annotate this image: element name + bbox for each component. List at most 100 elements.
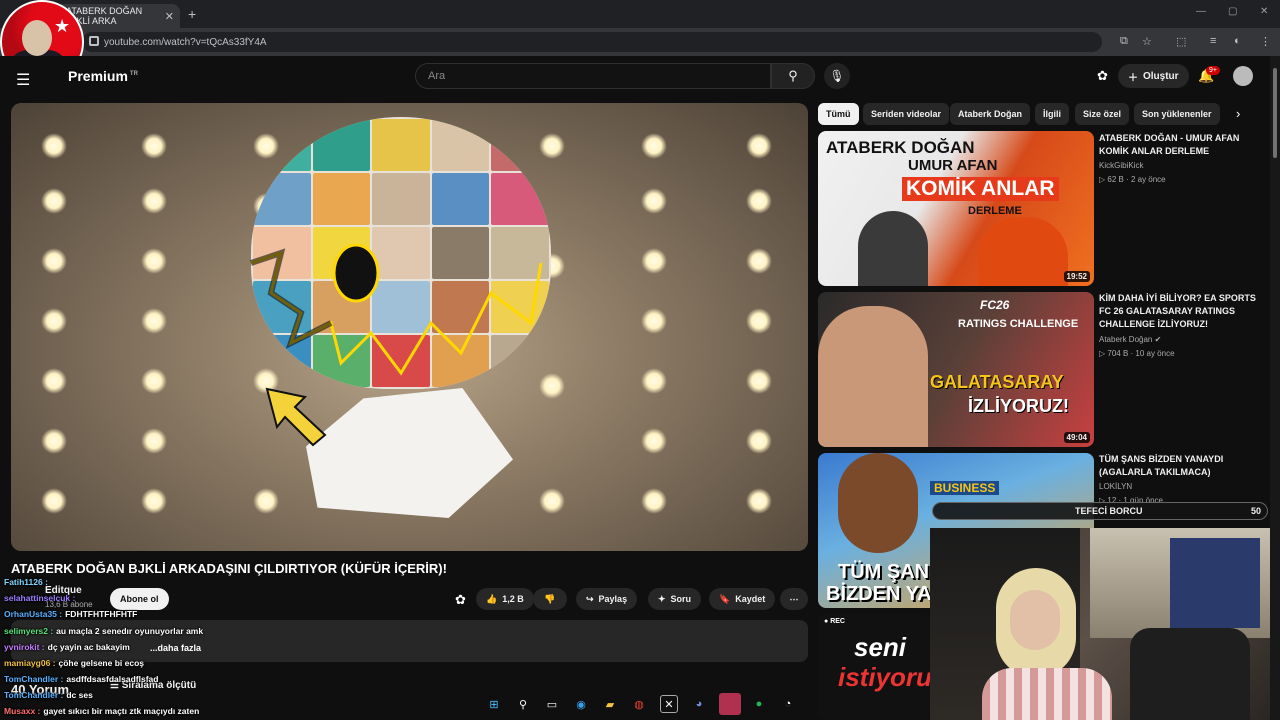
profile-icon[interactable]: ◐ (1234, 35, 1241, 47)
rec-thumbnail[interactable]: ATABERK DOĞAN UMUR AFAN KOMİK ANLAR DERL… (818, 131, 1094, 286)
chat-text: au maçla 2 senedır oyunuyorlar amk (56, 626, 204, 636)
share-button[interactable]: ↪ Paylaş (576, 588, 638, 610)
rec-title[interactable]: KİM DAHA İYİ BİLİYOR? EA SPORTS FC 26 GA… (1099, 292, 1269, 331)
sponsor-icon[interactable]: ✿ (1097, 68, 1108, 84)
windows-start-icon[interactable]: ⊞ (485, 695, 503, 713)
rec-channel[interactable]: LOKİLYN (1099, 482, 1132, 491)
edge-icon[interactable]: ◉ (572, 695, 590, 713)
url-field[interactable]: youtube.com/watch?v=tQcAs33fY4A (82, 32, 1102, 52)
chat-message: TomChandler : dc ses (4, 690, 93, 700)
rec-title[interactable]: ATABERK DOĞAN - UMUR AFAN KOMİK ANLAR DE… (1099, 132, 1269, 158)
chip-5[interactable]: Son yüklenenler (1134, 103, 1220, 125)
hamburger-menu-icon[interactable]: ☰ (16, 70, 30, 90)
app-icon[interactable] (719, 693, 741, 715)
tefeci-label: TEFECİ BORCU (1075, 506, 1143, 516)
rec-meta: ▷ 704 B · 10 ay önce (1099, 349, 1175, 358)
like-count: 1,2 B (502, 594, 524, 604)
scrollbar-thumb[interactable] (1273, 68, 1277, 158)
sponsor-icon-small[interactable]: ✿ (455, 592, 466, 608)
new-tab-button[interactable]: + (188, 6, 196, 22)
rec-title[interactable]: TÜM ŞANS BİZDEN YANAYDI (AGALARLA TAKILM… (1099, 453, 1269, 479)
light-bulb (253, 133, 279, 159)
install-icon[interactable]: ⧉ (1120, 35, 1128, 48)
create-button[interactable]: ＋ Oluştur (1118, 64, 1189, 88)
chip-4[interactable]: Size özel (1075, 103, 1130, 125)
share-label: Paylaş (598, 594, 628, 604)
light-bulb (746, 248, 772, 274)
tefeci-value: 50 (1250, 506, 1261, 516)
thumb-text: BUSINESS (930, 481, 1000, 495)
file-explorer-icon[interactable]: ▰ (601, 695, 619, 713)
youtube-logo[interactable]: Premium TR (68, 68, 138, 84)
rec-thumbnail[interactable]: FC26 RATINGS CHALLENGE GALATASARAY İZLİY… (818, 292, 1094, 447)
chat-message: selimyers2 : au maçla 2 senedır oyunuyorl… (4, 626, 203, 636)
light-bulb (746, 428, 772, 454)
chip-3[interactable]: İlgili (1035, 103, 1069, 125)
chevron-right-icon[interactable]: › (1236, 106, 1240, 121)
ask-button[interactable]: ✦ Soru (648, 588, 702, 610)
light-bulb (41, 368, 67, 394)
save-button[interactable]: 🔖 Kaydet (709, 588, 776, 610)
chat-username: TomChandler : (4, 674, 64, 684)
chip-1[interactable]: Seriden videolar (863, 103, 950, 125)
light-bulb (141, 488, 167, 514)
chat-username: selimyers2 : (4, 626, 54, 636)
discord-icon[interactable]: ◕ (690, 695, 708, 713)
kebab-menu-icon[interactable]: ⋮ (1260, 35, 1271, 48)
spotify-icon[interactable]: ● (750, 695, 768, 713)
chat-text: asdffdsasfdalsadflsfad (66, 674, 159, 684)
rec-channel[interactable]: Ataberk Doğan ✔ (1099, 335, 1161, 344)
search-input[interactable]: Ara (415, 63, 771, 89)
site-info-icon[interactable] (89, 36, 99, 46)
search-icon: ⚲ (788, 68, 798, 83)
more-actions-button[interactable]: ⋯ (780, 588, 808, 610)
light-bulb (641, 133, 667, 159)
media-icon[interactable]: ≡ (1210, 35, 1216, 47)
light-bulb (641, 368, 667, 394)
thumb-text: GALATASARAY (930, 372, 1064, 392)
video-duration: 19:52 (1063, 271, 1090, 282)
webcam-overlay (930, 528, 1270, 720)
close-window-icon[interactable]: ✕ (1260, 6, 1268, 17)
more-icon: ⋯ (789, 593, 799, 604)
chip-2[interactable]: Ataberk Doğan (950, 103, 1031, 125)
light-bulb (41, 488, 67, 514)
page-scrollbar[interactable] (1270, 56, 1280, 720)
minimize-icon[interactable]: — (1196, 6, 1206, 17)
crack-effect (250, 243, 543, 376)
show-more-link[interactable]: ...daha fazla (150, 643, 201, 653)
extensions-icon[interactable]: ⬚ (1176, 35, 1186, 48)
voice-search-button[interactable]: 🎙 (824, 63, 850, 89)
thumb-text: İZLİYORUZ! (968, 396, 1069, 416)
chat-text: FDHTFHTFHFHTF (65, 609, 138, 619)
browser-tabbar: ATABERK DOĞAN BJKLİ ARKA ✕ + — ▢ ✕ (0, 0, 1280, 28)
thumb-text: KOMİK ANLAR (902, 177, 1059, 201)
chat-username: Fatih1126 : (4, 577, 48, 587)
chip-0[interactable]: Tümü (818, 103, 859, 125)
light-bulb (41, 428, 67, 454)
maximize-icon[interactable]: ▢ (1228, 6, 1237, 17)
subscribe-button[interactable]: Abone ol (110, 588, 169, 610)
chrome-icon[interactable]: ◍ (630, 695, 648, 713)
rec-thumbnail[interactable]: ● REC seni istiyoru (818, 614, 930, 720)
like-button[interactable]: 👍 1,2 B (476, 588, 534, 610)
create-label: Oluştur (1143, 70, 1179, 82)
chat-username: Musaxx : (4, 706, 41, 716)
bookmark-star-icon[interactable]: ☆ (1142, 35, 1152, 48)
notification-badge: 9+ (1206, 66, 1220, 75)
thumbs-down-icon: 👎 (544, 593, 556, 604)
video-player[interactable] (11, 103, 808, 551)
rec-channel[interactable]: KickGibiKick (1099, 161, 1143, 170)
taskbar-search-icon[interactable]: ⚲ (514, 695, 532, 713)
tab-close-icon[interactable]: ✕ (165, 10, 174, 23)
search-button[interactable]: ⚲ (771, 63, 815, 89)
task-view-icon[interactable]: ▭ (543, 695, 561, 713)
chat-message: mamiayg06 : çöhe gelsene bi ecoş (4, 658, 144, 668)
video-title: ATABERK DOĞAN BJKLİ ARKADAŞINI ÇILDIRTIY… (11, 561, 447, 576)
light-bulb (746, 133, 772, 159)
obs-icon[interactable]: ◔ (779, 695, 797, 713)
dislike-button[interactable]: 👎 (533, 588, 567, 610)
x-icon[interactable]: ✕ (660, 695, 678, 713)
user-avatar[interactable] (1233, 66, 1253, 86)
light-bulb (539, 133, 565, 159)
